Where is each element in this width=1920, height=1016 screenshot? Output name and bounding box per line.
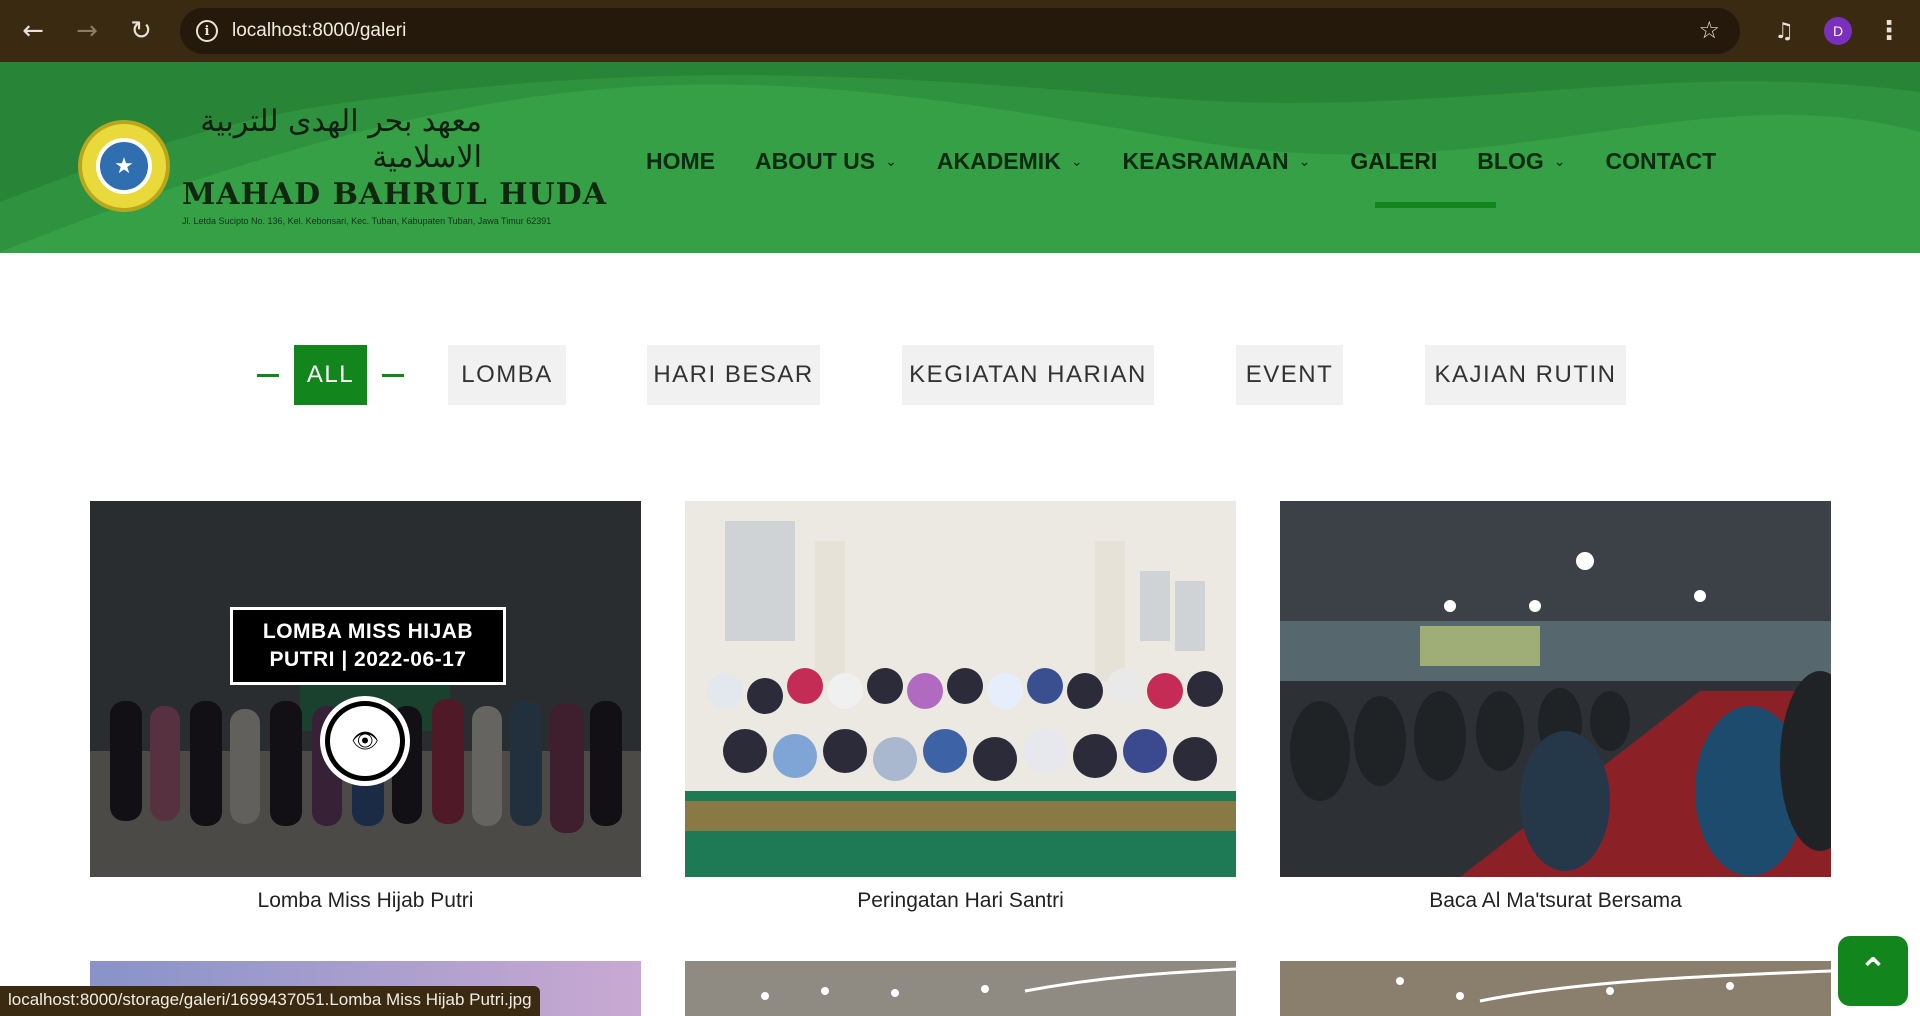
active-filter-dash-left <box>257 374 279 377</box>
chevron-down-icon: ⌄ <box>885 153 897 169</box>
photo-peringatan-hari-santri <box>685 501 1236 877</box>
browser-toolbar: ← → ↻ i localhost:8000/galeri ☆ ♫ D ⋮ <box>0 0 1920 62</box>
nav-item-keasramaan[interactable]: KEASRAMAAN ⌄ <box>1123 148 1311 175</box>
gallery-photo[interactable] <box>1280 961 1831 1016</box>
logo-title: MAHAD BAHRUL HUDA <box>182 177 607 212</box>
gallery-caption: Baca Al Ma'tsurat Bersama <box>1429 889 1682 912</box>
nav-label: AKADEMIK <box>936 148 1061 174</box>
back-arrow-icon[interactable]: ← <box>12 10 54 52</box>
nav-label: CONTACT <box>1605 148 1717 174</box>
gallery-item[interactable]: Peringatan Hari Santri <box>685 501 1236 913</box>
gallery-item[interactable] <box>685 961 1236 1016</box>
chevron-down-icon: ⌄ <box>1553 153 1566 169</box>
chevron-up-icon: ⌃ <box>1858 951 1888 991</box>
filter-all[interactable]: ALL <box>294 345 367 405</box>
filter-event[interactable]: EVENT <box>1236 345 1343 405</box>
gallery-caption: Peringatan Hari Santri <box>857 889 1064 912</box>
back-to-top-button[interactable]: ⌃ <box>1838 936 1908 1006</box>
gallery-item[interactable] <box>1280 961 1831 1016</box>
filter-kajian-rutin[interactable]: KAJIAN RUTIN <box>1425 345 1626 405</box>
gallery-photo[interactable]: LOMBA MISS HIJAB PUTRI | 2022-06-17 👁 <box>90 501 641 877</box>
photo-row2-3 <box>1280 961 1831 1016</box>
main-navigation: HOME ABOUT US ⌄ AKADEMIK ⌄ KEASRAMAAN ⌄ GAL… <box>646 148 1756 175</box>
nav-label: GALERI <box>1350 148 1438 174</box>
view-photo-button[interactable]: 👁 <box>320 696 410 786</box>
gallery-photo[interactable] <box>685 961 1236 1016</box>
nav-label: ABOUT US <box>755 148 876 174</box>
nav-item-about-us[interactable]: ABOUT US ⌄ <box>755 148 897 175</box>
bookmark-star-icon[interactable]: ☆ <box>1698 16 1720 44</box>
eye-icon: 👁 <box>330 706 400 776</box>
active-filter-dash-right <box>382 374 404 377</box>
chevron-down-icon: ⌄ <box>1298 153 1311 169</box>
gallery-caption: Lomba Miss Hijab Putri <box>257 889 474 912</box>
info-icon[interactable]: i <box>196 20 218 42</box>
site-header: ★ معهد بحر الهدى للتربية الاسلامية MAHAD… <box>0 62 1920 253</box>
chevron-down-icon: ⌄ <box>1070 153 1083 169</box>
nav-item-akademik[interactable]: AKADEMIK ⌄ <box>937 148 1083 175</box>
nav-item-contact[interactable]: CONTACT <box>1605 148 1716 175</box>
logo-arabic-text: معهد بحر الهدى للتربية الاسلامية <box>200 104 482 175</box>
nav-label: KEASRAMAAN <box>1122 148 1289 174</box>
forward-arrow-icon[interactable]: → <box>66 10 108 52</box>
nav-item-home[interactable]: HOME <box>646 148 715 175</box>
active-nav-indicator <box>1375 202 1496 208</box>
profile-avatar[interactable]: D <box>1824 17 1852 45</box>
reload-icon[interactable]: ↻ <box>120 10 162 52</box>
photo-row2-2 <box>685 961 1236 1016</box>
gallery-filter-bar: ALL LOMBA HARI BESAR KEGIATAN HARIAN EVE… <box>0 345 1920 405</box>
photo-hover-overlay <box>90 501 641 877</box>
emblem-icon: ★ <box>78 120 170 212</box>
nav-item-blog[interactable]: BLOG ⌄ <box>1477 148 1565 175</box>
filter-hari-besar[interactable]: HARI BESAR <box>647 345 820 405</box>
photo-overlay-title: LOMBA MISS HIJAB PUTRI | 2022-06-17 <box>230 607 506 685</box>
media-control-icon[interactable]: ♫ <box>1774 19 1794 44</box>
site-logo[interactable]: ★ معهد بحر الهدى للتربية الاسلامية MAHAD… <box>78 104 607 228</box>
gallery-item[interactable]: LOMBA MISS HIJAB PUTRI | 2022-06-17 👁 Lo… <box>90 501 641 913</box>
url-text[interactable]: localhost:8000/galeri <box>232 20 406 42</box>
logo-address: Jl. Letda Sucipto No. 136, Kel. Kebonsar… <box>182 216 552 226</box>
browser-status-bar: localhost:8000/storage/galeri/1699437051… <box>0 986 540 1016</box>
gallery-item[interactable]: Baca Al Ma'tsurat Bersama <box>1280 501 1831 913</box>
address-bar[interactable]: i localhost:8000/galeri ☆ <box>180 8 1740 54</box>
nav-item-galeri[interactable]: GALERI <box>1350 148 1437 175</box>
nav-label: HOME <box>646 148 715 174</box>
photo-baca-al-matsurat <box>1280 501 1831 877</box>
gallery-photo[interactable] <box>1280 501 1831 877</box>
gallery-photo[interactable] <box>685 501 1236 877</box>
nav-label: BLOG <box>1477 148 1544 174</box>
kebab-menu-icon[interactable]: ⋮ <box>1876 16 1902 46</box>
filter-lomba[interactable]: LOMBA <box>448 345 566 405</box>
filter-kegiatan-harian[interactable]: KEGIATAN HARIAN <box>902 345 1154 405</box>
